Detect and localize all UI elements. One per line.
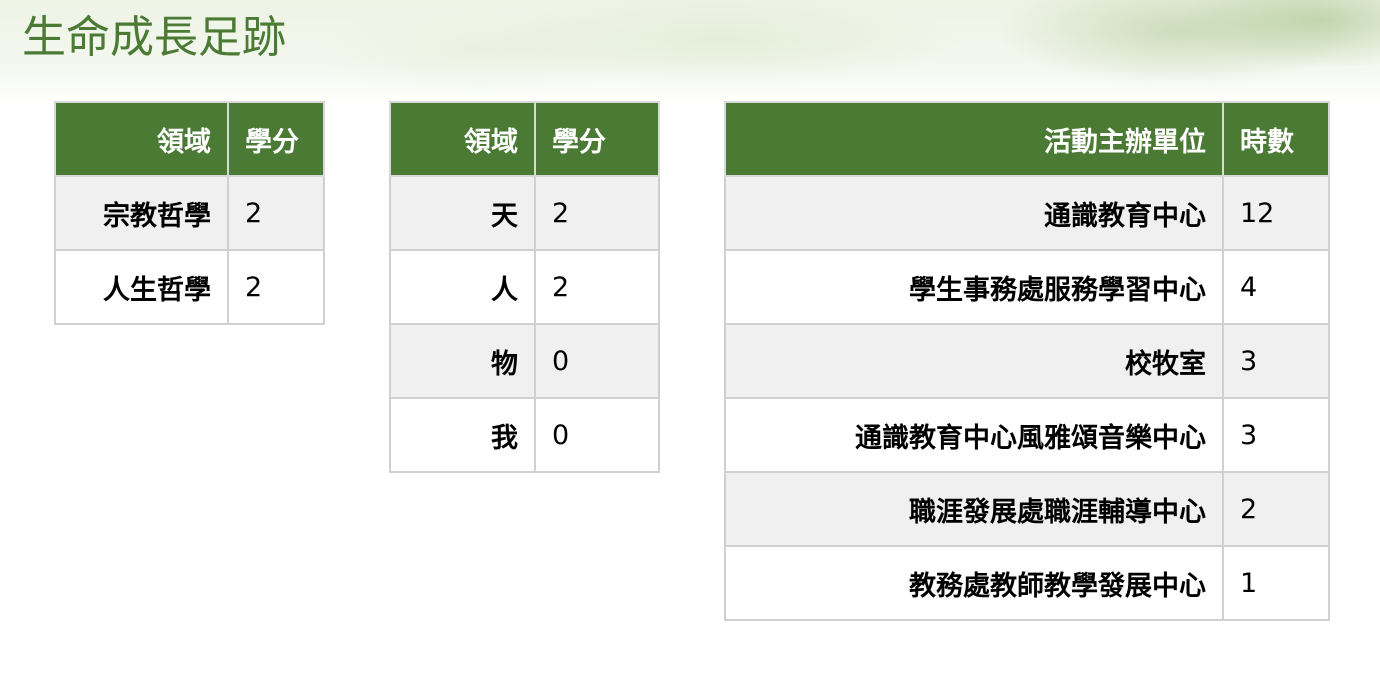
- organizer-cell: 通識教育中心: [724, 175, 1224, 251]
- hours-cell: 2: [1222, 471, 1330, 547]
- table-header-row: 領域 學分: [54, 101, 325, 177]
- table-row: 教務處教師教學發展中心 1: [724, 545, 1330, 621]
- hours-cell: 3: [1222, 323, 1330, 399]
- column-header-domain: 領域: [389, 101, 536, 177]
- table-row: 人 2: [389, 249, 660, 325]
- table-row: 天 2: [389, 175, 660, 251]
- column-header-domain: 領域: [54, 101, 229, 177]
- table-row: 宗教哲學 2: [54, 175, 325, 251]
- organizer-cell: 教務處教師教學發展中心: [724, 545, 1224, 621]
- domain-cell: 物: [389, 323, 536, 399]
- organizer-cell: 學生事務處服務學習中心: [724, 249, 1224, 325]
- credits-cell: 2: [227, 175, 325, 251]
- domain-cell: 天: [389, 175, 536, 251]
- hours-cell: 12: [1222, 175, 1330, 251]
- hours-cell: 4: [1222, 249, 1330, 325]
- table-header-row: 領域 學分: [389, 101, 660, 177]
- hours-cell: 1: [1222, 545, 1330, 621]
- domain-cell: 人生哲學: [54, 249, 229, 325]
- credits-cell: 2: [534, 249, 660, 325]
- credits-cell: 2: [227, 249, 325, 325]
- column-header-credits: 學分: [227, 101, 325, 177]
- column-header-hours: 時數: [1222, 101, 1330, 177]
- organizer-cell: 校牧室: [724, 323, 1224, 399]
- domain-credits-table-2: 領域 學分 天 2 人 2 物 0 我 0: [389, 101, 660, 473]
- activity-hours-table: 活動主辦單位 時數 通識教育中心 12 學生事務處服務學習中心 4 校牧室 3 …: [724, 101, 1330, 621]
- domain-cell: 我: [389, 397, 536, 473]
- organizer-cell: 職涯發展處職涯輔導中心: [724, 471, 1224, 547]
- table-row: 我 0: [389, 397, 660, 473]
- table-row: 學生事務處服務學習中心 4: [724, 249, 1330, 325]
- column-header-credits: 學分: [534, 101, 660, 177]
- hours-cell: 3: [1222, 397, 1330, 473]
- table-row: 校牧室 3: [724, 323, 1330, 399]
- table-row: 通識教育中心 12: [724, 175, 1330, 251]
- credits-cell: 2: [534, 175, 660, 251]
- column-header-organizer: 活動主辦單位: [724, 101, 1224, 177]
- credits-cell: 0: [534, 323, 660, 399]
- table-row: 職涯發展處職涯輔導中心 2: [724, 471, 1330, 547]
- domain-cell: 宗教哲學: [54, 175, 229, 251]
- credits-cell: 0: [534, 397, 660, 473]
- table-header-row: 活動主辦單位 時數: [724, 101, 1330, 177]
- table-row: 人生哲學 2: [54, 249, 325, 325]
- domain-credits-table-1: 領域 學分 宗教哲學 2 人生哲學 2: [54, 101, 325, 325]
- table-row: 物 0: [389, 323, 660, 399]
- organizer-cell: 通識教育中心風雅頌音樂中心: [724, 397, 1224, 473]
- page-title: 生命成長足跡: [22, 12, 286, 63]
- table-row: 通識教育中心風雅頌音樂中心 3: [724, 397, 1330, 473]
- domain-cell: 人: [389, 249, 536, 325]
